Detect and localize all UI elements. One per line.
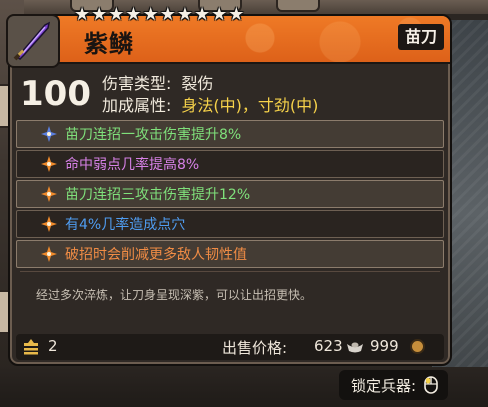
- star-icon: ★: [91, 4, 108, 25]
- silver-ingot-icon: [347, 342, 363, 353]
- affix-row: 有4%几率造成点穴: [16, 210, 444, 238]
- blue-diamond-bullet-icon: [41, 126, 57, 142]
- bonus-attr-value-2: 寸劲(中): [257, 96, 319, 115]
- price-silver: 623: [314, 337, 343, 355]
- damage-type-row: 伤害类型: 裂伤: [102, 70, 213, 94]
- star-icon: ★: [74, 4, 91, 25]
- coin-icon: [410, 339, 425, 354]
- rarity-stars: ★ ★ ★ ★ ★ ★ ★ ★ ★ ★: [74, 4, 244, 26]
- orange-diamond-bullet-icon: [41, 246, 57, 262]
- affix-text: 破招时会削减更多敌人韧性值: [65, 247, 247, 263]
- weapon-type-badge: 苗刀: [397, 24, 444, 50]
- mouse-icon: [424, 376, 438, 394]
- level-value: 2: [48, 337, 58, 355]
- weapon-icon-slot[interactable]: [6, 14, 60, 68]
- damage-type-value: 裂伤: [181, 74, 214, 93]
- bonus-attr-row: 加成属性: 身法(中)，寸劲(中): [102, 92, 318, 116]
- affix-row: 苗刀连招三攻击伤害提升12%: [16, 180, 444, 208]
- price-other: 999: [370, 337, 399, 355]
- bonus-attr-separator: ，: [241, 96, 258, 115]
- affix-text: 有4%几率造成点穴: [65, 217, 186, 233]
- orange-diamond-bullet-icon: [41, 156, 57, 172]
- item-description: 经过多次淬炼，让刀身呈现深紫，可以让出招更快。: [36, 288, 313, 302]
- star-icon: ★: [159, 4, 176, 25]
- price-label: 出售价格:: [222, 339, 288, 357]
- affix-text: 苗刀连招一攻击伤害提升8%: [65, 127, 242, 143]
- affix-row: 破招时会削减更多敌人韧性值: [16, 240, 444, 268]
- affix-row: 命中弱点几率提高8%: [16, 150, 444, 178]
- star-icon: ★: [228, 4, 245, 25]
- bonus-attr-value-1: 身法(中): [181, 96, 242, 115]
- purple-blade-icon: [13, 21, 51, 61]
- damage-type-label: 伤害类型:: [102, 74, 172, 93]
- affix-row: 苗刀连招一攻击伤害提升8%: [16, 120, 444, 148]
- star-icon: ★: [108, 4, 125, 25]
- star-icon: ★: [211, 4, 228, 25]
- item-tooltip: 紫鳞 苗刀 100 伤害类型: 裂伤 加成属性: 身法(中)，寸劲(中) 苗刀连招一…: [8, 14, 452, 366]
- item-name: 紫鳞: [84, 30, 134, 58]
- orange-diamond-bullet-icon: [41, 216, 57, 232]
- weapon-stats: 100 伤害类型: 裂伤 加成属性: 身法(中)，寸劲(中): [10, 64, 450, 118]
- affix-list: 苗刀连招一攻击伤害提升8% 命中弱点几率提高8% 苗刀连招三攻击伤害提升12% 有4%…: [16, 120, 444, 270]
- damage-value: 100: [20, 74, 91, 114]
- lock-weapon-label: 锁定兵器:: [350, 376, 416, 395]
- tooltip-footer: 2 出售价格: 623 999: [16, 334, 444, 360]
- star-icon: ★: [125, 4, 142, 25]
- lock-weapon-prompt[interactable]: 锁定兵器:: [338, 370, 448, 400]
- divider: [20, 271, 440, 272]
- level-tier-icon: [24, 339, 38, 355]
- affix-text: 苗刀连招三攻击伤害提升12%: [65, 187, 251, 203]
- affix-text: 命中弱点几率提高8%: [65, 157, 200, 173]
- star-icon: ★: [142, 4, 159, 25]
- bonus-attr-label: 加成属性:: [102, 96, 172, 115]
- star-icon: ★: [176, 4, 193, 25]
- top-tab[interactable]: [276, 0, 320, 12]
- orange-diamond-bullet-icon: [41, 186, 57, 202]
- star-icon: ★: [193, 4, 211, 25]
